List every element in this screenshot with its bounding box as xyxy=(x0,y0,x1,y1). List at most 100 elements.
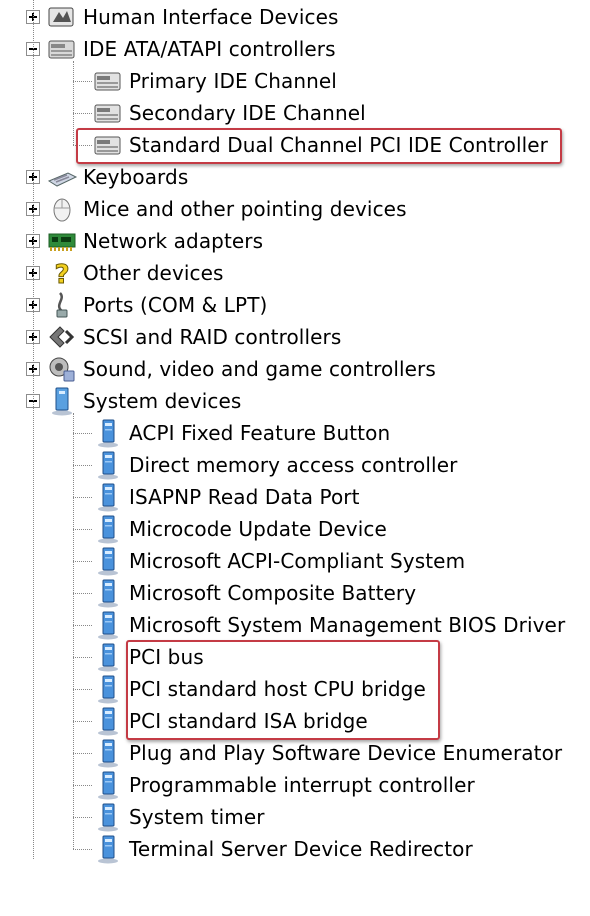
category-label: Human Interface Devices xyxy=(83,5,339,29)
ide-channel-icon xyxy=(92,98,124,128)
device-label: Plug and Play Software Device Enumerator xyxy=(129,741,563,765)
device-manager-tree: Human Interface Devices IDE ATA/ATAPI con… xyxy=(0,0,590,916)
device-row[interactable]: PCI bus xyxy=(92,641,204,673)
device-row[interactable]: Plug and Play Software Device Enumerator xyxy=(92,737,562,769)
hid-device-icon xyxy=(46,2,78,32)
device-row[interactable]: Secondary IDE Channel xyxy=(92,97,366,129)
device-row[interactable]: ISAPNP Read Data Port xyxy=(92,481,360,513)
svg-text:?: ? xyxy=(54,260,69,287)
device-category-row[interactable]: Mice and other pointing devices xyxy=(26,193,407,225)
network-adapter-icon xyxy=(46,226,78,256)
tree-connector-line xyxy=(73,465,92,466)
tree-connector-line xyxy=(73,721,92,722)
device-label: System timer xyxy=(129,805,265,829)
system-item-icon xyxy=(92,674,124,704)
ide-channel-icon xyxy=(92,130,124,160)
system-item-icon xyxy=(92,834,124,864)
ide-controller-icon xyxy=(46,34,78,64)
tree-connector-line xyxy=(73,433,92,434)
system-item-icon xyxy=(92,418,124,448)
device-row[interactable]: Microsoft Composite Battery xyxy=(92,577,416,609)
device-row[interactable]: Primary IDE Channel xyxy=(92,65,337,97)
device-label: Standard Dual Channel PCI IDE Controller xyxy=(129,133,549,157)
tree-connector-line xyxy=(73,497,92,498)
device-label: Microsoft Composite Battery xyxy=(129,581,417,605)
category-label: Ports (COM & LPT) xyxy=(83,293,268,317)
system-item-icon xyxy=(92,546,124,576)
device-label: Microsoft System Management BIOS Driver xyxy=(129,613,566,637)
tree-connector-line xyxy=(73,81,92,82)
category-label: Network adapters xyxy=(83,229,264,253)
device-label: PCI bus xyxy=(129,645,204,669)
system-item-icon xyxy=(92,514,124,544)
system-item-icon xyxy=(92,706,124,736)
system-item-icon xyxy=(92,738,124,768)
tree-connector-line xyxy=(73,113,92,114)
device-row[interactable]: Microsoft System Management BIOS Driver xyxy=(92,609,565,641)
system-item-icon xyxy=(92,642,124,672)
device-row[interactable]: Microcode Update Device xyxy=(92,513,387,545)
tree-connector-line xyxy=(33,0,34,859)
device-row[interactable]: Standard Dual Channel PCI IDE Controller xyxy=(92,129,548,161)
category-label: SCSI and RAID controllers xyxy=(83,325,342,349)
device-category-row[interactable]: Keyboards xyxy=(26,161,188,193)
tree-connector-line xyxy=(73,561,92,562)
device-row[interactable]: Programmable interrupt controller xyxy=(92,769,475,801)
device-row[interactable]: Direct memory access controller xyxy=(92,449,457,481)
mouse-icon xyxy=(46,194,78,224)
device-row[interactable]: Terminal Server Device Redirector xyxy=(92,833,473,865)
device-label: PCI standard host CPU bridge xyxy=(129,677,426,701)
category-label: IDE ATA/ATAPI controllers xyxy=(83,37,336,61)
tree-connector-line xyxy=(73,529,92,530)
device-label: Secondary IDE Channel xyxy=(129,101,366,125)
category-label: Other devices xyxy=(83,261,224,285)
device-category-row[interactable]: SCSI and RAID controllers xyxy=(26,321,341,353)
category-label: Sound, video and game controllers xyxy=(83,357,436,381)
unknown-device-icon: ? xyxy=(46,258,78,288)
device-label: Microcode Update Device xyxy=(129,517,387,541)
device-row[interactable]: System timer xyxy=(92,801,265,833)
tree-connector-line xyxy=(73,817,92,818)
device-label: PCI standard ISA bridge xyxy=(129,709,368,733)
device-label: Programmable interrupt controller xyxy=(129,773,475,797)
device-category-row[interactable]: Human Interface Devices xyxy=(26,1,339,33)
device-category-row[interactable]: Network adapters xyxy=(26,225,263,257)
device-row[interactable]: ACPI Fixed Feature Button xyxy=(92,417,390,449)
tree-connector-line xyxy=(73,61,74,145)
system-item-icon xyxy=(92,802,124,832)
device-row[interactable]: PCI standard ISA bridge xyxy=(92,705,368,737)
device-row[interactable]: PCI standard host CPU bridge xyxy=(92,673,426,705)
tree-connector-line xyxy=(73,689,92,690)
device-row[interactable]: Microsoft ACPI-Compliant System xyxy=(92,545,465,577)
tree-connector-line xyxy=(73,753,92,754)
device-label: Microsoft ACPI-Compliant System xyxy=(129,549,466,573)
device-category-row[interactable]: System devices xyxy=(26,385,241,417)
device-category-row[interactable]: Ports (COM & LPT) xyxy=(26,289,267,321)
device-label: Direct memory access controller xyxy=(129,453,458,477)
scsi-controller-icon xyxy=(46,322,78,352)
device-label: Primary IDE Channel xyxy=(129,69,337,93)
tree-connector-line xyxy=(73,849,92,850)
device-category-row[interactable]: ? Other devices xyxy=(26,257,224,289)
system-item-icon xyxy=(92,482,124,512)
port-connector-icon xyxy=(46,290,78,320)
tree-connector-line xyxy=(73,413,74,849)
tree-connector-line xyxy=(73,785,92,786)
device-label: ACPI Fixed Feature Button xyxy=(129,421,391,445)
tree-connector-line xyxy=(73,657,92,658)
tree-connector-line xyxy=(73,593,92,594)
tree-connector-line xyxy=(73,625,92,626)
category-label: System devices xyxy=(83,389,242,413)
tree-connector-line xyxy=(73,145,92,146)
keyboard-icon xyxy=(46,162,78,192)
ide-channel-icon xyxy=(92,66,124,96)
device-label: ISAPNP Read Data Port xyxy=(129,485,360,509)
category-label: Mice and other pointing devices xyxy=(83,197,407,221)
system-item-icon xyxy=(92,610,124,640)
system-item-icon xyxy=(92,770,124,800)
system-item-icon xyxy=(92,578,124,608)
device-category-row[interactable]: Sound, video and game controllers xyxy=(26,353,436,385)
category-label: Keyboards xyxy=(83,165,189,189)
device-label: Terminal Server Device Redirector xyxy=(129,837,473,861)
system-item-icon xyxy=(92,450,124,480)
